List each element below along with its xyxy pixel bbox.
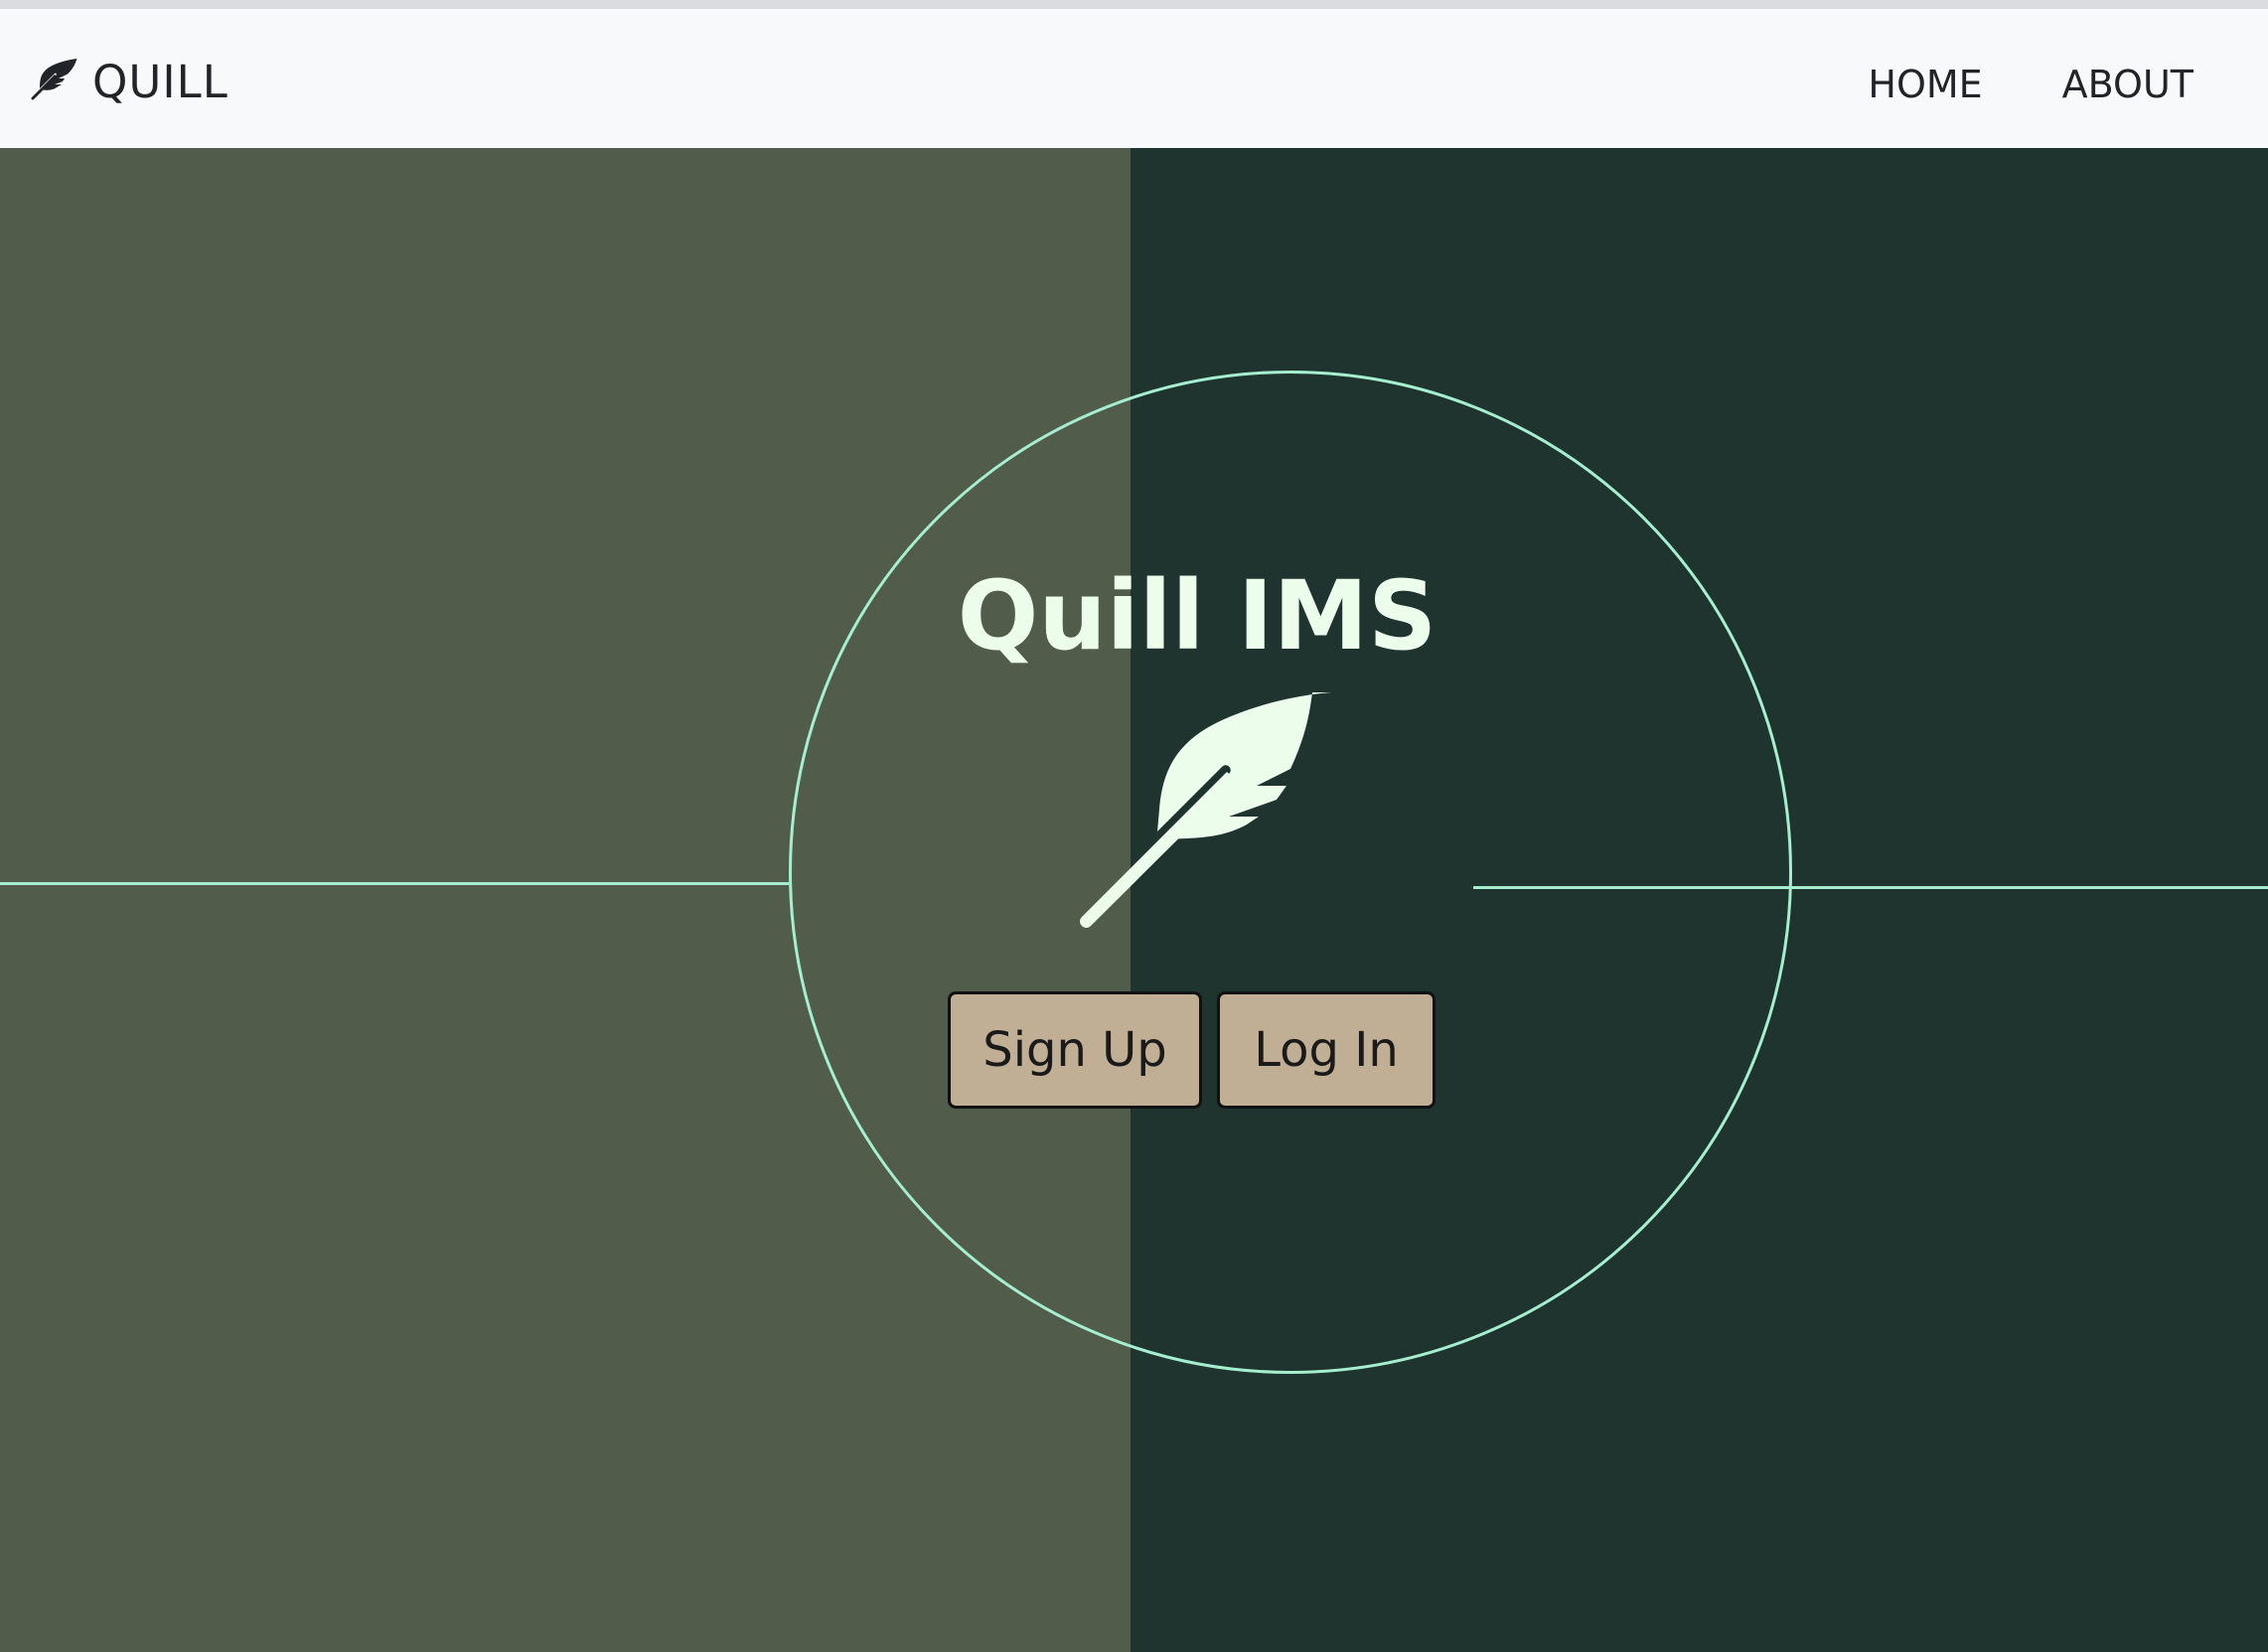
brand-link[interactable]: QUILL — [29, 55, 228, 110]
feather-icon — [1080, 692, 1332, 928]
navbar: QUILL HOME ABOUT — [0, 9, 2268, 148]
nav-about-link[interactable]: ABOUT — [2062, 63, 2193, 106]
nav-links: HOME ABOUT — [1868, 63, 2193, 106]
brand-name: QUILL — [92, 56, 228, 108]
decorative-line-left — [0, 882, 789, 885]
log-in-button[interactable]: Log In — [1217, 991, 1436, 1109]
feather-icon — [31, 59, 77, 100]
nav-home-link[interactable]: HOME — [1868, 63, 1982, 106]
browser-top-edge — [0, 0, 2268, 9]
sign-up-button[interactable]: Sign Up — [948, 991, 1202, 1109]
hero-title: Quill IMS — [957, 560, 1437, 672]
landing-page: QUILL HOME ABOUT Quill IMS Sign Up Log I… — [0, 0, 2268, 1652]
